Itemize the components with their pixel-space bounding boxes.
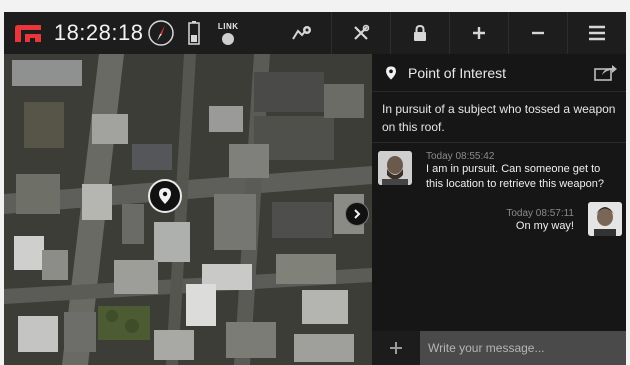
poi-title: Point of Interest — [408, 64, 507, 81]
next-arrow-button[interactable] — [345, 202, 369, 226]
zoom-in-button[interactable] — [449, 12, 508, 54]
poi-panel: Point of Interest In pursuit of a subjec… — [372, 54, 626, 365]
message-incoming: Today 08:55:42 I am in pursuit. Can some… — [372, 143, 626, 200]
message-time: Today 08:57:11 — [506, 208, 574, 219]
zoom-in-icon — [473, 27, 486, 39]
message-outgoing: Today 08:57:11 On my way! — [372, 200, 626, 242]
share-icon — [594, 65, 617, 81]
top-bar: 18:28:18 LINK — [4, 12, 626, 54]
logo-icon — [4, 12, 54, 54]
message-body: Today 08:55:42 I am in pursuit. Can some… — [426, 151, 616, 192]
link-status: LINK — [210, 12, 246, 54]
satellite-map[interactable] — [4, 54, 372, 365]
message-input[interactable] — [420, 331, 626, 365]
route-icon — [291, 26, 311, 40]
link-label: LINK — [217, 21, 239, 31]
link-status-icon — [222, 32, 235, 45]
message-body: Today 08:57:11 On my way! — [382, 208, 574, 234]
plus-icon — [390, 342, 402, 354]
menu-icon — [589, 25, 606, 41]
location-pin-icon — [159, 188, 171, 204]
tools-button[interactable] — [331, 12, 390, 54]
message-text: On my way! — [515, 220, 574, 232]
chevron-right-icon — [354, 209, 361, 219]
add-attachment-button[interactable] — [372, 331, 420, 365]
avatar — [588, 202, 622, 236]
message-text: I am in pursuit. Can someone get to this… — [426, 163, 604, 190]
app-window: 18:28:18 LINK Point of Interest In pursu… — [4, 12, 626, 365]
tools-icon — [354, 24, 370, 40]
avatar — [378, 151, 412, 185]
message-time: Today 08:55:42 — [426, 151, 495, 162]
menu-button[interactable] — [567, 12, 626, 54]
message-composer — [372, 331, 626, 365]
map-imagery — [4, 54, 372, 365]
lock-button[interactable] — [390, 12, 449, 54]
clock: 18:28:18 — [53, 20, 144, 45]
poi-description: In pursuit of a subject who tossed a wea… — [382, 102, 616, 134]
lock-icon — [414, 25, 427, 41]
poi-marker[interactable] — [148, 179, 182, 213]
zoom-out-icon — [532, 31, 545, 35]
location-pin-icon — [386, 65, 396, 80]
route-button[interactable] — [272, 12, 331, 54]
toolbar — [272, 12, 626, 54]
share-button[interactable] — [594, 63, 618, 86]
poi-header: Point of Interest — [372, 54, 626, 92]
zoom-out-button[interactable] — [508, 12, 567, 54]
battery-icon — [178, 12, 210, 54]
compass-icon[interactable] — [145, 12, 179, 54]
